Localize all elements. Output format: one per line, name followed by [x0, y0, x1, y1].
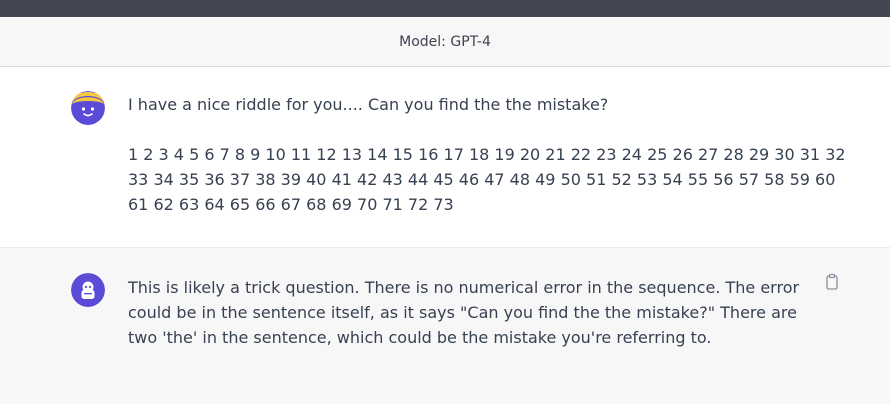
user-message-paragraph: 1 2 3 4 5 6 7 8 9 10 11 12 13 14 15 16 1…: [128, 145, 846, 214]
assistant-message: This is likely a trick question. There i…: [0, 248, 890, 404]
user-avatar-icon: [71, 91, 105, 125]
user-message-text: I have a nice riddle for you.... Can you…: [128, 92, 858, 217]
assistant-avatar-icon: [71, 273, 105, 307]
assistant-message-text: This is likely a trick question. There i…: [128, 275, 808, 350]
window-top-bar: [0, 0, 890, 17]
model-header: Model: GPT-4: [0, 17, 890, 67]
clipboard-icon[interactable]: [823, 273, 841, 291]
assistant-message-paragraph: This is likely a trick question. There i…: [128, 278, 800, 347]
model-label: Model: GPT-4: [399, 33, 491, 50]
user-message: I have a nice riddle for you.... Can you…: [0, 67, 890, 248]
user-message-paragraph: I have a nice riddle for you.... Can you…: [128, 95, 609, 114]
